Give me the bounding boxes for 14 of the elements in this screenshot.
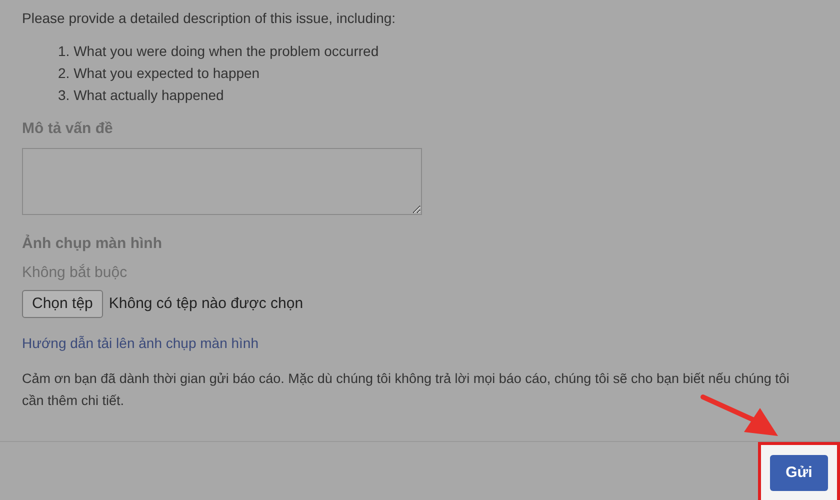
send-button[interactable]: Gửi	[770, 455, 828, 491]
description-field[interactable]	[22, 148, 422, 215]
choose-file-button[interactable]: Chọn tệp	[22, 290, 103, 318]
optional-hint: Không bắt buộc	[22, 263, 128, 283]
list-item: 3. What actually happened	[58, 86, 225, 105]
thanks-text: Cảm ơn bạn đã dành thời gian gửi báo cáo. Mặc dù chúng tôi không trả lời mọi báo cáo, chúng tôi sẽ cho bạn biết nếu chúng tôi cần thêm chi tiết.	[22, 370, 790, 410]
pointer-arrow-icon	[700, 394, 780, 438]
file-status: Không có tệp nào được chọn	[108, 294, 304, 314]
list-item: 1. What you were doing when the problem occurred	[58, 42, 380, 61]
list-item: 2. What you expected to happen	[58, 64, 261, 83]
help-link[interactable]: Hướng dẫn tải lên ảnh chụp màn hình	[22, 332, 258, 354]
intro-text: Please provide a detailed description of this issue, including:	[22, 9, 397, 28]
field-label: Mô tả vấn đề	[22, 119, 114, 139]
field-label: Ảnh chụp màn hình	[22, 234, 163, 254]
